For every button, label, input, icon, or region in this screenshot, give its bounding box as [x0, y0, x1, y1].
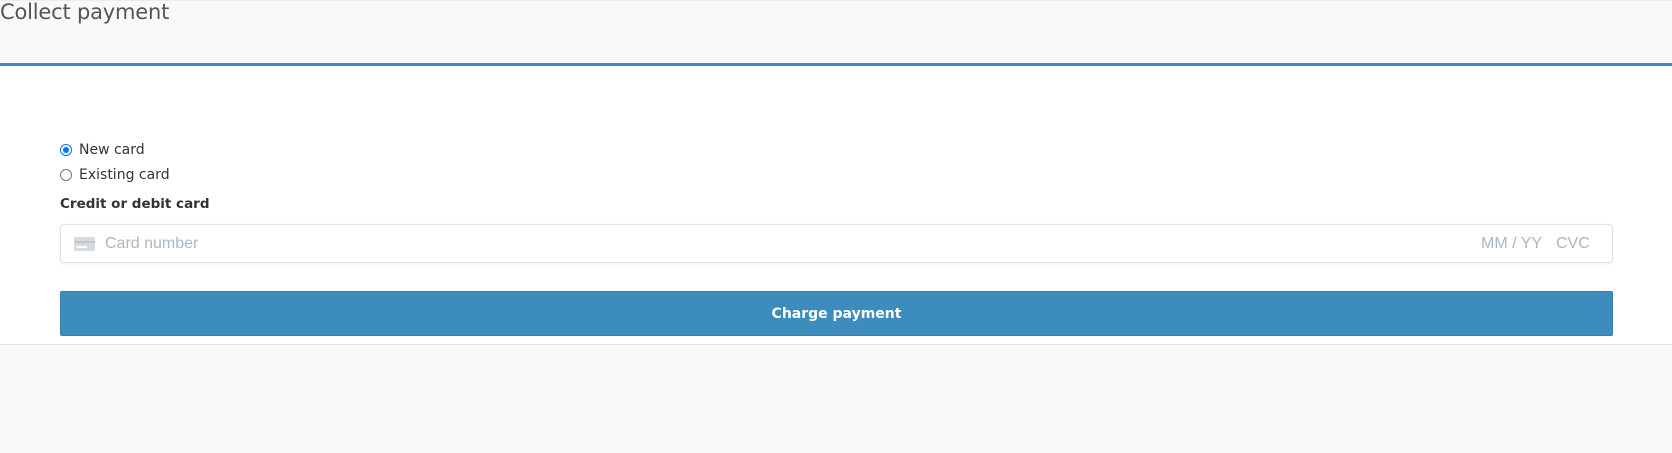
existing-card-label: Existing card [79, 167, 170, 183]
expiry-input[interactable] [1481, 225, 1551, 262]
cvc-input[interactable] [1556, 225, 1601, 262]
existing-card-radio[interactable] [60, 169, 72, 181]
card-field-label: Credit or debit card [60, 196, 210, 212]
page-header: Collect payment [0, 0, 1672, 64]
new-card-label: New card [79, 142, 145, 158]
new-card-radio[interactable] [60, 144, 72, 156]
radio-option-new-card[interactable]: New card [60, 140, 145, 160]
card-number-input[interactable] [105, 225, 1355, 262]
charge-payment-button[interactable]: Charge payment [60, 291, 1613, 336]
radio-option-existing-card[interactable]: Existing card [60, 165, 170, 185]
card-icon [74, 237, 95, 251]
payment-panel: New card Existing card Credit or debit c… [0, 63, 1672, 345]
page-title: Collect payment [0, 0, 170, 24]
card-element[interactable] [60, 224, 1613, 263]
